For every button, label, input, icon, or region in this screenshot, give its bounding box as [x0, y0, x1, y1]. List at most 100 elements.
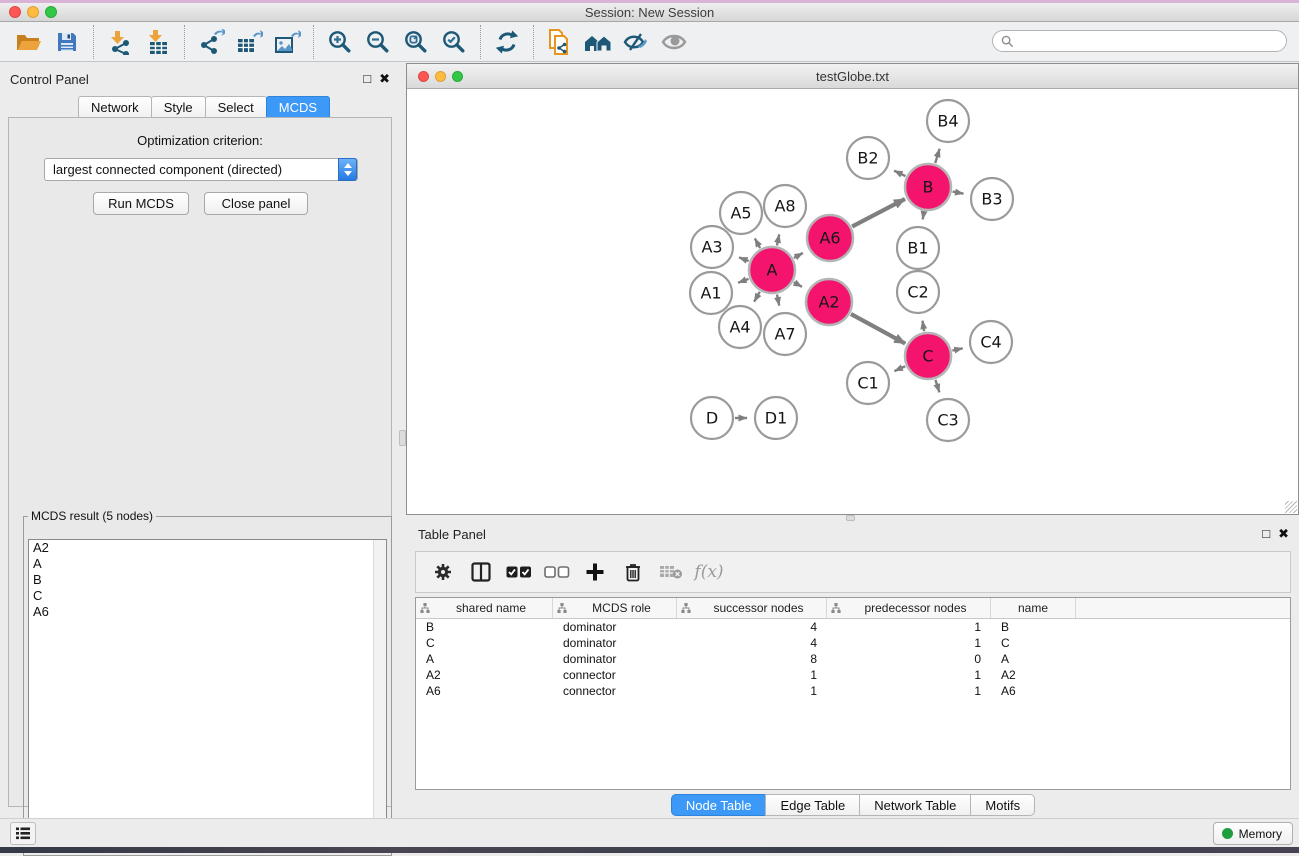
table-cell[interactable]: A [991, 651, 1076, 667]
graph-node-A[interactable]: A [749, 247, 795, 293]
edge-A2-C[interactable] [851, 314, 905, 344]
table-cell[interactable]: 1 [827, 667, 991, 683]
add-column-button[interactable] [580, 557, 610, 587]
search-input[interactable] [1019, 32, 1286, 50]
zoom-out-button[interactable] [361, 25, 395, 59]
table-cell[interactable]: 1 [827, 635, 991, 651]
table-cell[interactable]: 1 [677, 667, 827, 683]
edge-A-A7[interactable] [777, 294, 779, 305]
tab-style[interactable]: Style [151, 96, 206, 118]
window-resize-grip[interactable] [1285, 501, 1297, 513]
table-cell[interactable]: connector [553, 667, 677, 683]
table-cell[interactable]: C [416, 635, 553, 651]
graph-node-B4[interactable]: B4 [927, 100, 969, 142]
graph-node-B[interactable]: B [905, 164, 951, 210]
network-canvas[interactable]: AA2A6BCA1A3A4A5A7A8B1B2B3B4C1C2C3C4DD1 [407, 89, 1298, 514]
zoom-fit-button[interactable] [399, 25, 433, 59]
tab-select[interactable]: Select [205, 96, 267, 118]
mcds-result-item[interactable]: A2 [29, 540, 386, 556]
graph-node-B2[interactable]: B2 [847, 137, 889, 179]
column-header-MCDS-role[interactable]: MCDS role [553, 598, 677, 618]
table-cell[interactable]: 1 [677, 683, 827, 699]
mcds-result-item[interactable]: A6 [29, 604, 386, 620]
graph-node-B1[interactable]: B1 [897, 227, 939, 269]
table-row[interactable]: Adominator80A [416, 651, 1290, 667]
tab-network[interactable]: Network [78, 96, 152, 118]
import-network-button[interactable] [103, 25, 137, 59]
home-view-button[interactable] [581, 25, 615, 59]
column-header-predecessor-nodes[interactable]: predecessor nodes [827, 598, 991, 618]
column-header-name[interactable]: name [991, 598, 1076, 618]
import-table-button[interactable] [141, 25, 175, 59]
graph-node-A1[interactable]: A1 [690, 272, 732, 314]
column-header-shared-name[interactable]: shared name [416, 598, 553, 618]
table-row[interactable]: A2connector11A2 [416, 667, 1290, 683]
mcds-result-item[interactable]: A [29, 556, 386, 572]
graph-node-C2[interactable]: C2 [897, 271, 939, 313]
table-cell[interactable]: A6 [991, 683, 1076, 699]
edge-A-A5[interactable] [755, 238, 760, 248]
edge-A-A2[interactable] [794, 282, 802, 287]
table-settings-button[interactable] [428, 557, 458, 587]
edge-C-C3[interactable] [935, 380, 939, 392]
refresh-button[interactable] [490, 25, 524, 59]
tab-network-table[interactable]: Network Table [859, 794, 971, 816]
graph-node-C[interactable]: C [905, 333, 951, 379]
edge-B-B4[interactable] [935, 149, 939, 163]
edge-A-A3[interactable] [739, 257, 749, 261]
memory-button[interactable]: Memory [1213, 822, 1293, 845]
save-session-button[interactable] [50, 25, 84, 59]
table-cell[interactable]: 8 [677, 651, 827, 667]
graph-node-A4[interactable]: A4 [719, 306, 761, 348]
select-all-button[interactable] [504, 557, 534, 587]
edge-A-A8[interactable] [777, 234, 779, 245]
edge-B-B1[interactable] [923, 212, 924, 220]
graph-node-A8[interactable]: A8 [764, 185, 806, 227]
edge-C-C4[interactable] [952, 348, 962, 350]
hide-graphics-button[interactable] [619, 25, 653, 59]
edge-A6-B[interactable] [852, 199, 905, 226]
table-cell[interactable]: 1 [827, 683, 991, 699]
graph-node-A5[interactable]: A5 [720, 192, 762, 234]
table-cell[interactable]: dominator [553, 619, 677, 635]
edge-B-B2[interactable] [894, 171, 905, 177]
close-panel-icon[interactable]: ✖ [1278, 526, 1289, 541]
graph-node-A3[interactable]: A3 [691, 226, 733, 268]
graph-node-A6[interactable]: A6 [807, 215, 853, 261]
graph-node-D[interactable]: D [691, 397, 733, 439]
table-cell[interactable]: connector [553, 683, 677, 699]
export-table-button[interactable] [232, 25, 266, 59]
table-cell[interactable]: B [416, 619, 553, 635]
zoom-selected-button[interactable] [437, 25, 471, 59]
open-session-button[interactable] [12, 25, 46, 59]
edge-C-C2[interactable] [922, 321, 924, 332]
tab-edge-table[interactable]: Edge Table [765, 794, 860, 816]
table-cell[interactable]: 4 [677, 635, 827, 651]
table-cell[interactable]: A2 [416, 667, 553, 683]
table-row[interactable]: Cdominator41C [416, 635, 1290, 651]
graph-node-B3[interactable]: B3 [971, 178, 1013, 220]
zoom-in-button[interactable] [323, 25, 357, 59]
graph-node-A7[interactable]: A7 [764, 313, 806, 355]
mcds-result-item[interactable]: B [29, 572, 386, 588]
table-cell[interactable]: A [416, 651, 553, 667]
table-cell[interactable]: dominator [553, 635, 677, 651]
mcds-list-scrollbar[interactable] [373, 540, 386, 849]
deselect-all-button[interactable] [542, 557, 572, 587]
table-cell[interactable]: A6 [416, 683, 553, 699]
table-row[interactable]: A6connector11A6 [416, 683, 1290, 699]
show-graphics-button[interactable] [657, 25, 691, 59]
table-cell[interactable]: 4 [677, 619, 827, 635]
run-mcds-button[interactable]: Run MCDS [93, 192, 189, 215]
graph-node-C1[interactable]: C1 [847, 362, 889, 404]
close-panel-button[interactable]: Close panel [204, 192, 308, 215]
delete-column-button[interactable] [618, 557, 648, 587]
edge-C-C1[interactable] [894, 366, 905, 371]
table-cell[interactable]: C [991, 635, 1076, 651]
table-row[interactable]: Bdominator41B [416, 619, 1290, 635]
tab-motifs[interactable]: Motifs [970, 794, 1035, 816]
table-cell[interactable]: dominator [553, 651, 677, 667]
float-panel-icon[interactable]: □ [1262, 526, 1270, 541]
table-cell[interactable]: 0 [827, 651, 991, 667]
criterion-select[interactable]: largest connected component (directed) [44, 158, 358, 181]
